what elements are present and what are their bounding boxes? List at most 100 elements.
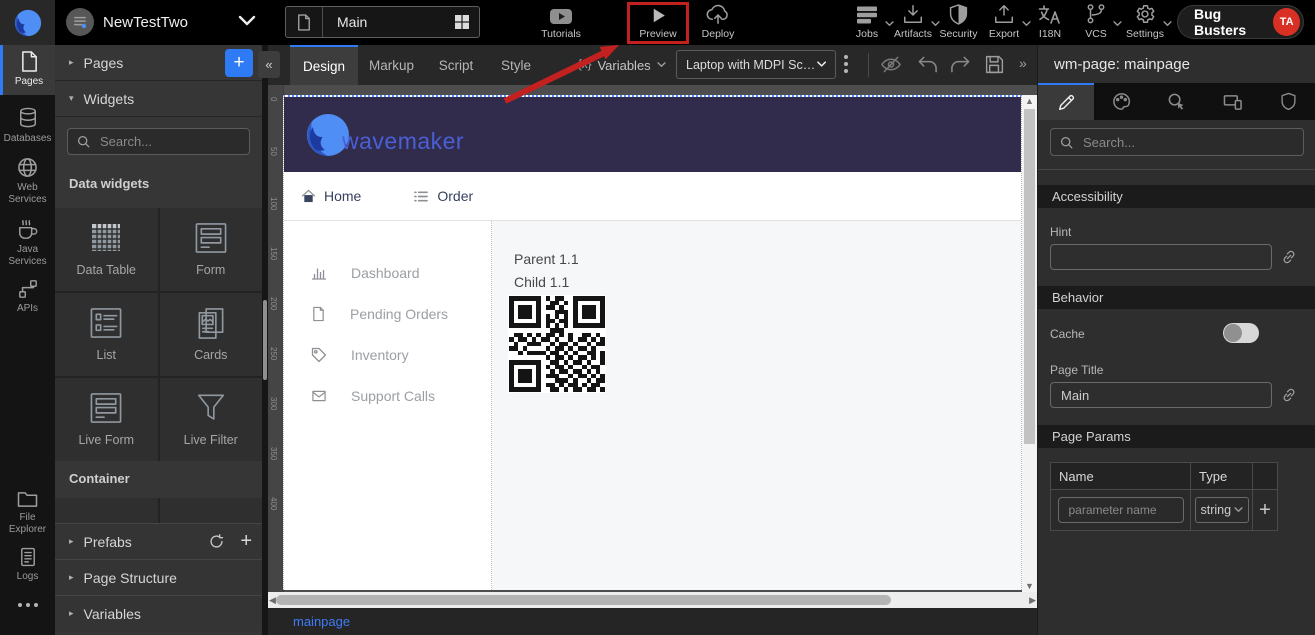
page-params-header[interactable]: Page Params bbox=[1038, 425, 1315, 448]
behavior-header[interactable]: Behavior bbox=[1038, 286, 1315, 309]
tab-security[interactable] bbox=[1260, 83, 1315, 120]
rail-item-apis[interactable]: APIs bbox=[0, 279, 55, 315]
hint-bind-link-icon[interactable] bbox=[1281, 249, 1297, 265]
param-name-input[interactable] bbox=[1058, 497, 1184, 523]
settings-menu[interactable]: Settings bbox=[1120, 3, 1170, 43]
scroll-right-arrow[interactable]: ▶ bbox=[1029, 595, 1036, 606]
scroll-up-arrow[interactable]: ▲ bbox=[1025, 96, 1034, 106]
export-menu[interactable]: Export bbox=[981, 3, 1027, 43]
artifacts-menu[interactable]: Artifacts bbox=[890, 3, 936, 43]
mail-icon bbox=[311, 389, 327, 403]
page-selector[interactable]: Main bbox=[285, 6, 480, 38]
project-chevron-down-icon[interactable] bbox=[238, 15, 256, 27]
page-doc-icon bbox=[286, 7, 323, 37]
tab-devices[interactable] bbox=[1205, 83, 1261, 120]
rail-item-pages[interactable]: Pages bbox=[0, 45, 55, 95]
team-button[interactable]: Bug Busters TA bbox=[1177, 5, 1304, 39]
panel-scrollbar-thumb[interactable] bbox=[263, 300, 267, 380]
widget-live-form[interactable]: Live Form bbox=[55, 378, 158, 461]
more-options-kebab[interactable] bbox=[844, 55, 848, 73]
page-grid-icon[interactable] bbox=[454, 14, 470, 30]
tab-script[interactable]: Script bbox=[425, 45, 487, 85]
tab-design[interactable]: Design bbox=[290, 45, 358, 85]
save-icon[interactable] bbox=[984, 54, 1005, 75]
project-name: NewTestTwo bbox=[103, 14, 188, 31]
scroll-down-arrow[interactable]: ▼ bbox=[1025, 581, 1034, 591]
vertical-scrollbar-thumb[interactable] bbox=[1024, 109, 1035, 444]
prefabs-add-button[interactable]: + bbox=[240, 530, 252, 553]
rail-item-web-services[interactable]: Web Services bbox=[0, 157, 55, 205]
preview-button[interactable]: Preview bbox=[629, 3, 687, 43]
device-selector[interactable]: Laptop with MDPI Screen bbox=[676, 50, 836, 79]
hint-input[interactable] bbox=[1050, 244, 1272, 270]
expand-right-panel-icon[interactable]: » bbox=[1019, 55, 1027, 71]
user-avatar[interactable]: TA bbox=[1273, 8, 1300, 36]
canvas-header[interactable]: wavemaker bbox=[284, 97, 1021, 172]
pages-section-header[interactable]: ▸ Pages + bbox=[55, 45, 262, 81]
property-search-input[interactable] bbox=[1081, 134, 1294, 151]
widget-form[interactable]: Form bbox=[160, 208, 263, 291]
deploy-button[interactable]: Deploy bbox=[689, 3, 747, 43]
rail-item-logs[interactable]: Logs bbox=[0, 547, 55, 583]
widget-search[interactable] bbox=[67, 128, 250, 155]
prefabs-refresh-icon[interactable] bbox=[209, 534, 224, 549]
jobs-menu[interactable]: Jobs bbox=[844, 3, 890, 43]
widget-list[interactable]: List bbox=[55, 293, 158, 376]
widget-container-partial[interactable] bbox=[55, 498, 158, 523]
tab-markup[interactable]: Markup bbox=[358, 45, 425, 85]
rail-item-databases[interactable]: Databases bbox=[0, 107, 55, 145]
wave-logo-icon bbox=[13, 8, 43, 38]
rail-item-java-services[interactable]: Java Services bbox=[0, 219, 55, 267]
variables-dropdown[interactable]: {x} Variables bbox=[578, 45, 666, 85]
rail-more-button[interactable] bbox=[0, 603, 55, 607]
nav-item-home[interactable]: Home bbox=[301, 188, 361, 204]
collapse-panel-button[interactable]: « bbox=[258, 51, 280, 78]
widget-data-table[interactable]: Data Table bbox=[55, 208, 158, 291]
widget-live-filter[interactable]: Live Filter bbox=[160, 378, 263, 461]
widget-search-input[interactable] bbox=[98, 133, 240, 150]
cache-label: Cache bbox=[1050, 327, 1085, 341]
variables-expand-icon: ▸ bbox=[69, 608, 74, 619]
page-canvas[interactable]: wavemaker Home Order bbox=[283, 95, 1022, 590]
container-header: Container bbox=[69, 471, 130, 486]
tab-properties[interactable] bbox=[1038, 83, 1094, 120]
redo-icon[interactable] bbox=[950, 56, 970, 73]
add-param-button[interactable]: + bbox=[1259, 499, 1271, 522]
wavemaker-logo[interactable] bbox=[0, 0, 55, 45]
page-title-bind-link-icon[interactable] bbox=[1281, 387, 1297, 403]
pencil-icon bbox=[1057, 94, 1075, 112]
param-type-select[interactable]: string bbox=[1195, 497, 1249, 523]
preview-eye-off-icon[interactable] bbox=[880, 55, 902, 74]
property-search[interactable] bbox=[1050, 128, 1304, 156]
menu-item-dashboard[interactable]: Dashboard bbox=[311, 265, 420, 281]
prefabs-section-header[interactable]: ▸ Prefabs + bbox=[55, 523, 262, 559]
menu-item-pending-orders[interactable]: Pending Orders bbox=[311, 306, 448, 322]
widget-cards[interactable]: Cards bbox=[160, 293, 263, 376]
horizontal-scrollbar-thumb[interactable] bbox=[276, 595, 891, 605]
accessibility-header[interactable]: Accessibility bbox=[1038, 185, 1315, 208]
variables-section-header[interactable]: ▸ Variables bbox=[55, 595, 262, 631]
param-type-cell: string bbox=[1191, 490, 1253, 530]
page-title-input[interactable] bbox=[1050, 382, 1272, 408]
nav-item-order[interactable]: Order bbox=[413, 188, 473, 204]
canvas-horizontal-scrollbar[interactable]: ◀ ▶ bbox=[268, 592, 1037, 608]
widget-panel-partial[interactable] bbox=[160, 498, 263, 523]
menu-item-inventory[interactable]: Inventory bbox=[311, 347, 409, 363]
rail-item-file-explorer[interactable]: File Explorer bbox=[0, 490, 55, 535]
add-page-button[interactable]: + bbox=[225, 49, 253, 77]
menu-item-support-calls[interactable]: Support Calls bbox=[311, 388, 435, 404]
security-button[interactable]: Security bbox=[936, 3, 981, 43]
tab-events[interactable] bbox=[1149, 83, 1205, 120]
open-page-tab[interactable]: mainpage bbox=[293, 614, 350, 629]
canvas-vertical-scrollbar[interactable]: ▲ ▼ bbox=[1022, 95, 1037, 592]
widgets-section-header[interactable]: ▾ Widgets bbox=[55, 81, 262, 117]
vcs-menu[interactable]: VCS bbox=[1074, 3, 1118, 43]
tab-styles[interactable] bbox=[1094, 83, 1150, 120]
page-structure-section-header[interactable]: ▸ Page Structure bbox=[55, 559, 262, 595]
scroll-left-arrow[interactable]: ◀ bbox=[269, 595, 276, 606]
tab-style[interactable]: Style bbox=[487, 45, 545, 85]
cache-toggle[interactable] bbox=[1223, 323, 1259, 343]
i18n-button[interactable]: I18N bbox=[1028, 3, 1072, 43]
tutorials-button[interactable]: Tutorials bbox=[531, 3, 591, 43]
undo-icon[interactable] bbox=[918, 56, 938, 73]
